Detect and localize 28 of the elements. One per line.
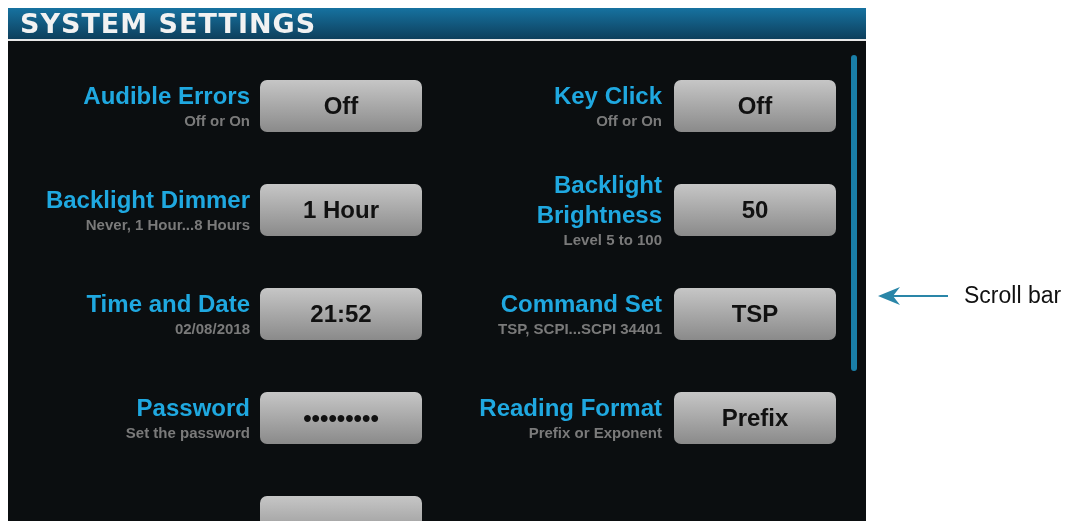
setting-label: Command Set bbox=[500, 289, 662, 319]
annotation-label: Scroll bar bbox=[964, 282, 1062, 309]
setting-label: Reading Format bbox=[479, 393, 662, 423]
setting-hint: Off or On bbox=[184, 111, 250, 131]
setting-hint: 02/08/2018 bbox=[174, 319, 250, 339]
setting-label: Audible Errors bbox=[83, 81, 250, 111]
setting-button[interactable]: Off bbox=[674, 80, 836, 132]
setting-button[interactable]: ••••••••• bbox=[260, 392, 422, 444]
setting-button[interactable]: TSP bbox=[674, 288, 836, 340]
setting-button[interactable]: 1 Hour bbox=[260, 184, 422, 236]
setting-button[interactable]: 21:52 bbox=[260, 288, 422, 340]
arrow-icon bbox=[878, 285, 948, 306]
setting-label: Backlight Brightness bbox=[535, 170, 662, 230]
setting-button[interactable]: 50 bbox=[674, 184, 836, 236]
setting-button[interactable]: Prefix bbox=[674, 392, 836, 444]
setting-hint: Off or On bbox=[596, 111, 662, 131]
setting-label: Key Click bbox=[553, 81, 662, 111]
setting-label: Password bbox=[136, 393, 250, 423]
setting-label: Backlight Dimmer bbox=[45, 185, 250, 215]
setting-hint: Never, 1 Hour...8 Hours bbox=[85, 215, 250, 235]
scrollbar[interactable] bbox=[851, 55, 857, 371]
setting-hint: Prefix or Exponent bbox=[528, 423, 662, 443]
setting-button[interactable]: Off bbox=[260, 80, 422, 132]
screen-title: SYSTEM SETTINGS bbox=[20, 8, 317, 39]
setting-hint: Level 5 to 100 bbox=[563, 230, 662, 250]
setting-hint: TSP, SCPI...SCPI 34401 bbox=[498, 319, 662, 339]
setting-hint: Set the password bbox=[125, 423, 250, 443]
setting-label: Time and Date bbox=[86, 289, 250, 319]
